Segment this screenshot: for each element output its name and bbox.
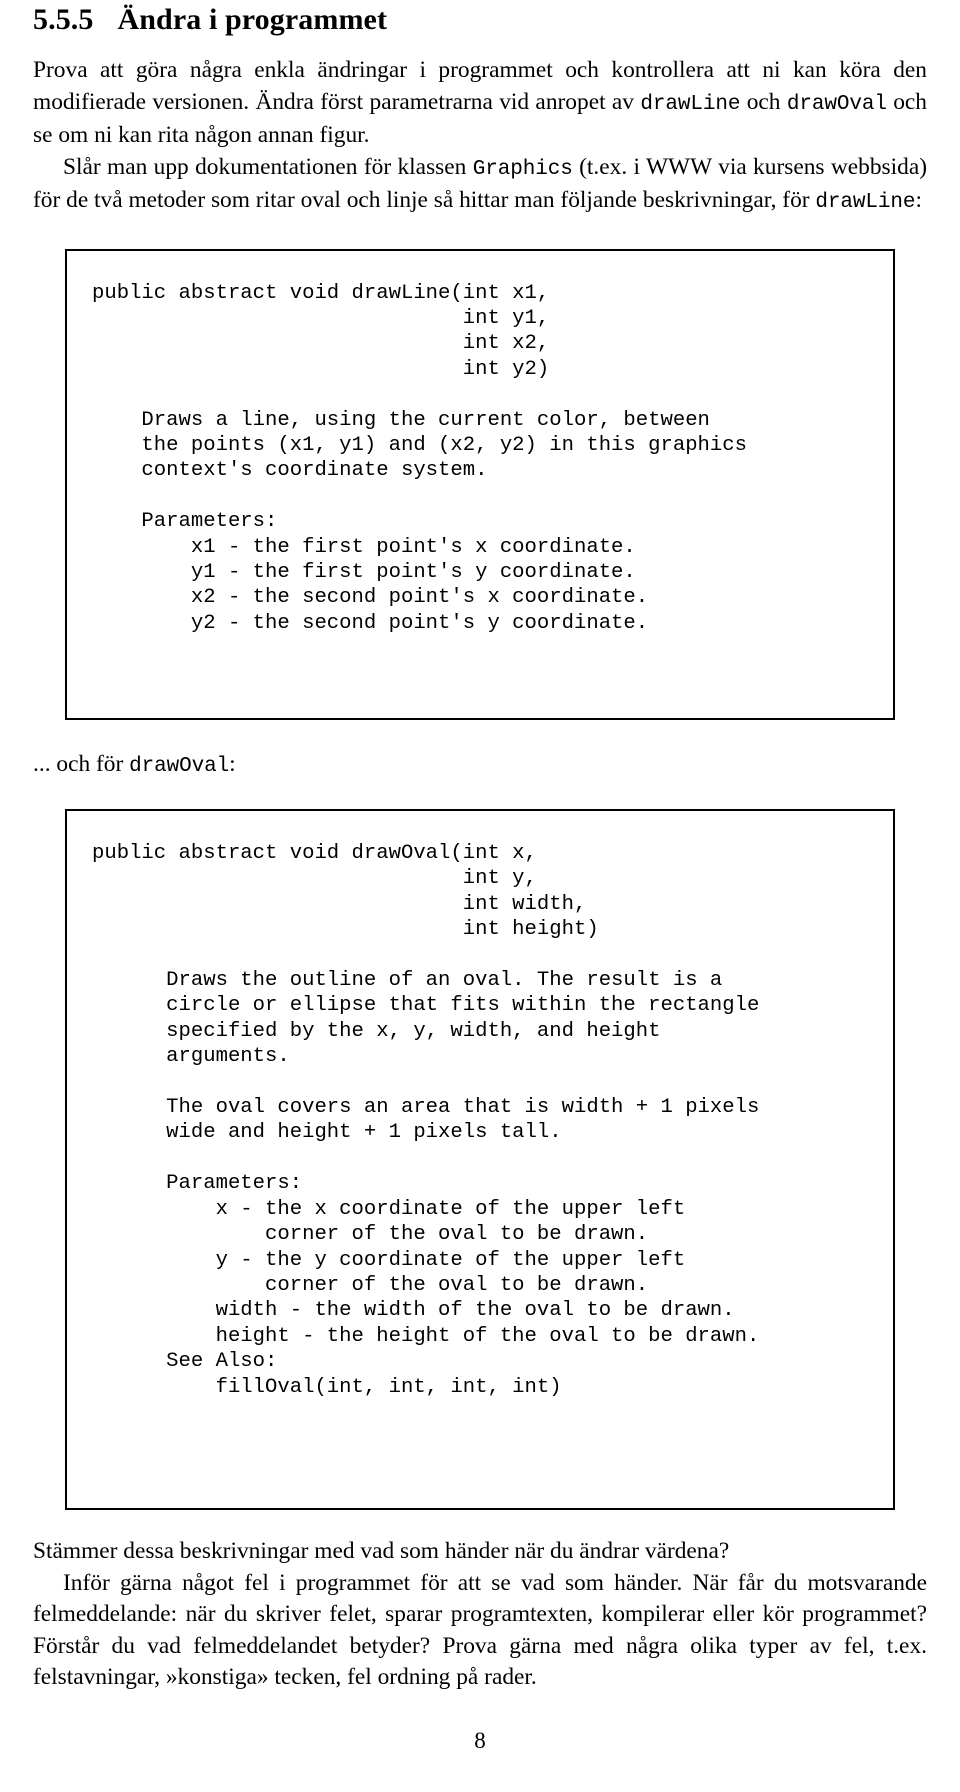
closing-section: Stämmer dessa beskrivningar med vad som … xyxy=(33,1510,927,1694)
intro-paragraph-1-text-b: och xyxy=(740,88,787,115)
interlude-prefix: ... och för xyxy=(33,750,130,777)
section-number: 5.5.5 xyxy=(33,3,94,36)
interlude-suffix: : xyxy=(229,750,236,777)
inline-code-graphics: Graphics xyxy=(472,157,573,181)
inline-code-drawoval-2: drawOval xyxy=(129,754,230,778)
page-number: 8 xyxy=(474,1728,486,1753)
page-title: 5.5.5 Ändra i programmet xyxy=(33,0,927,38)
interlude-paragraph: ... och för drawOval: xyxy=(33,720,927,783)
inline-code-drawoval: drawOval xyxy=(786,92,887,116)
intro-paragraph-2-text-c: : xyxy=(915,187,922,213)
inline-code-drawline: drawLine xyxy=(640,92,741,116)
code-block-drawline-text: public abstract void drawLine(int x1, in… xyxy=(92,281,747,635)
document-page: 5.5.5 Ändra i programmet Prova att göra … xyxy=(0,0,960,1792)
section-title: Ändra i programmet xyxy=(117,3,388,36)
intro-paragraph-2: Slår man upp dokumentationen för klassen… xyxy=(33,152,927,219)
intro-paragraph-1: Prova att göra några enkla ändringar i p… xyxy=(33,55,927,152)
code-block-drawoval: public abstract void drawOval(int x, int… xyxy=(65,809,895,1510)
closing-paragraph-1: Stämmer dessa beskrivningar med vad som … xyxy=(33,1538,730,1564)
intro-paragraph-2-text-a: Slår man upp dokumentationen för klassen xyxy=(63,153,473,180)
code-block-drawoval-text: public abstract void drawOval(int x, int… xyxy=(92,842,760,1399)
closing-paragraph-2: Inför gärna något fel i programmet för a… xyxy=(33,1569,927,1691)
code-block-drawline: public abstract void drawLine(int x1, in… xyxy=(65,248,895,720)
inline-code-drawline-2: drawLine xyxy=(815,191,916,214)
